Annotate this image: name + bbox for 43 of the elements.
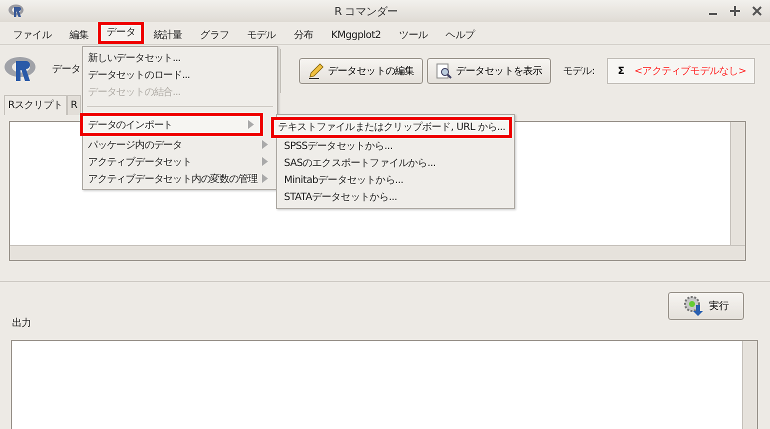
menu-item[interactable]: アクティブデータセット (80, 153, 277, 170)
model-label: モデル: (563, 65, 595, 78)
gear-icon (683, 295, 705, 317)
menu-item[interactable]: SASのエクスポートファイルから... (277, 155, 514, 172)
submenu-arrow-icon (248, 120, 254, 129)
menu-item[interactable]: ヘルプ (436, 22, 484, 44)
run-button[interactable]: 実行 (668, 292, 744, 320)
menu-item[interactable]: アクティブデータセット内の変数の管理 (80, 170, 277, 187)
menu-item[interactable]: STATAデータセットから... (277, 189, 514, 206)
toolbar-button[interactable]: データセットの編集 (299, 58, 423, 84)
vertical-scrollbar[interactable] (730, 122, 745, 246)
menu-item[interactable]: 分布 (284, 22, 322, 44)
pencil-icon (308, 63, 324, 79)
menu-item[interactable]: パッケージ内のデータ (80, 136, 277, 153)
sigma-icon: Σ (618, 66, 624, 76)
horizontal-scrollbar[interactable] (10, 245, 745, 260)
menu-item[interactable]: データセットのロード... (80, 66, 277, 83)
model-value: <アクティブモデルなし> (634, 64, 746, 78)
menu-item[interactable]: 編集 (60, 22, 98, 44)
dataset-label: データ (52, 63, 81, 76)
model-button[interactable]: Σ <アクティブモデルなし> (606, 58, 756, 84)
menu-item[interactable]: SPSSデータセットから... (277, 138, 514, 155)
menu-item[interactable]: モデル (238, 22, 285, 44)
window-title: R コマンダー (333, 4, 399, 18)
output-label: 出力 (12, 316, 32, 330)
r-logo-icon (4, 56, 38, 82)
menu-item[interactable]: ファイル (4, 22, 60, 44)
menu-item[interactable]: テキストファイルまたはクリップボード, URL から... (271, 117, 512, 138)
tab[interactable]: Rスクリプト (4, 95, 67, 115)
maximize-icon[interactable] (730, 6, 740, 16)
menu-item[interactable]: グラフ (191, 22, 238, 44)
close-icon[interactable] (752, 6, 762, 16)
menu-item[interactable]: 統計量 (144, 22, 192, 44)
menu-item[interactable]: データのインポート (80, 113, 263, 136)
menu-item[interactable]: データ (98, 22, 144, 44)
menu-item[interactable]: Minitabデータセットから... (277, 172, 514, 189)
tab[interactable]: R (66, 95, 82, 115)
magnifier-document-icon (436, 63, 452, 79)
r-logo-icon (8, 4, 24, 18)
toolbar-button[interactable]: データセットを表示 (427, 58, 551, 84)
menu-item[interactable]: 新しいデータセット... (80, 49, 277, 66)
menu-item[interactable]: KMggplot2 (322, 22, 390, 44)
menu-item[interactable]: ツール (390, 22, 437, 44)
